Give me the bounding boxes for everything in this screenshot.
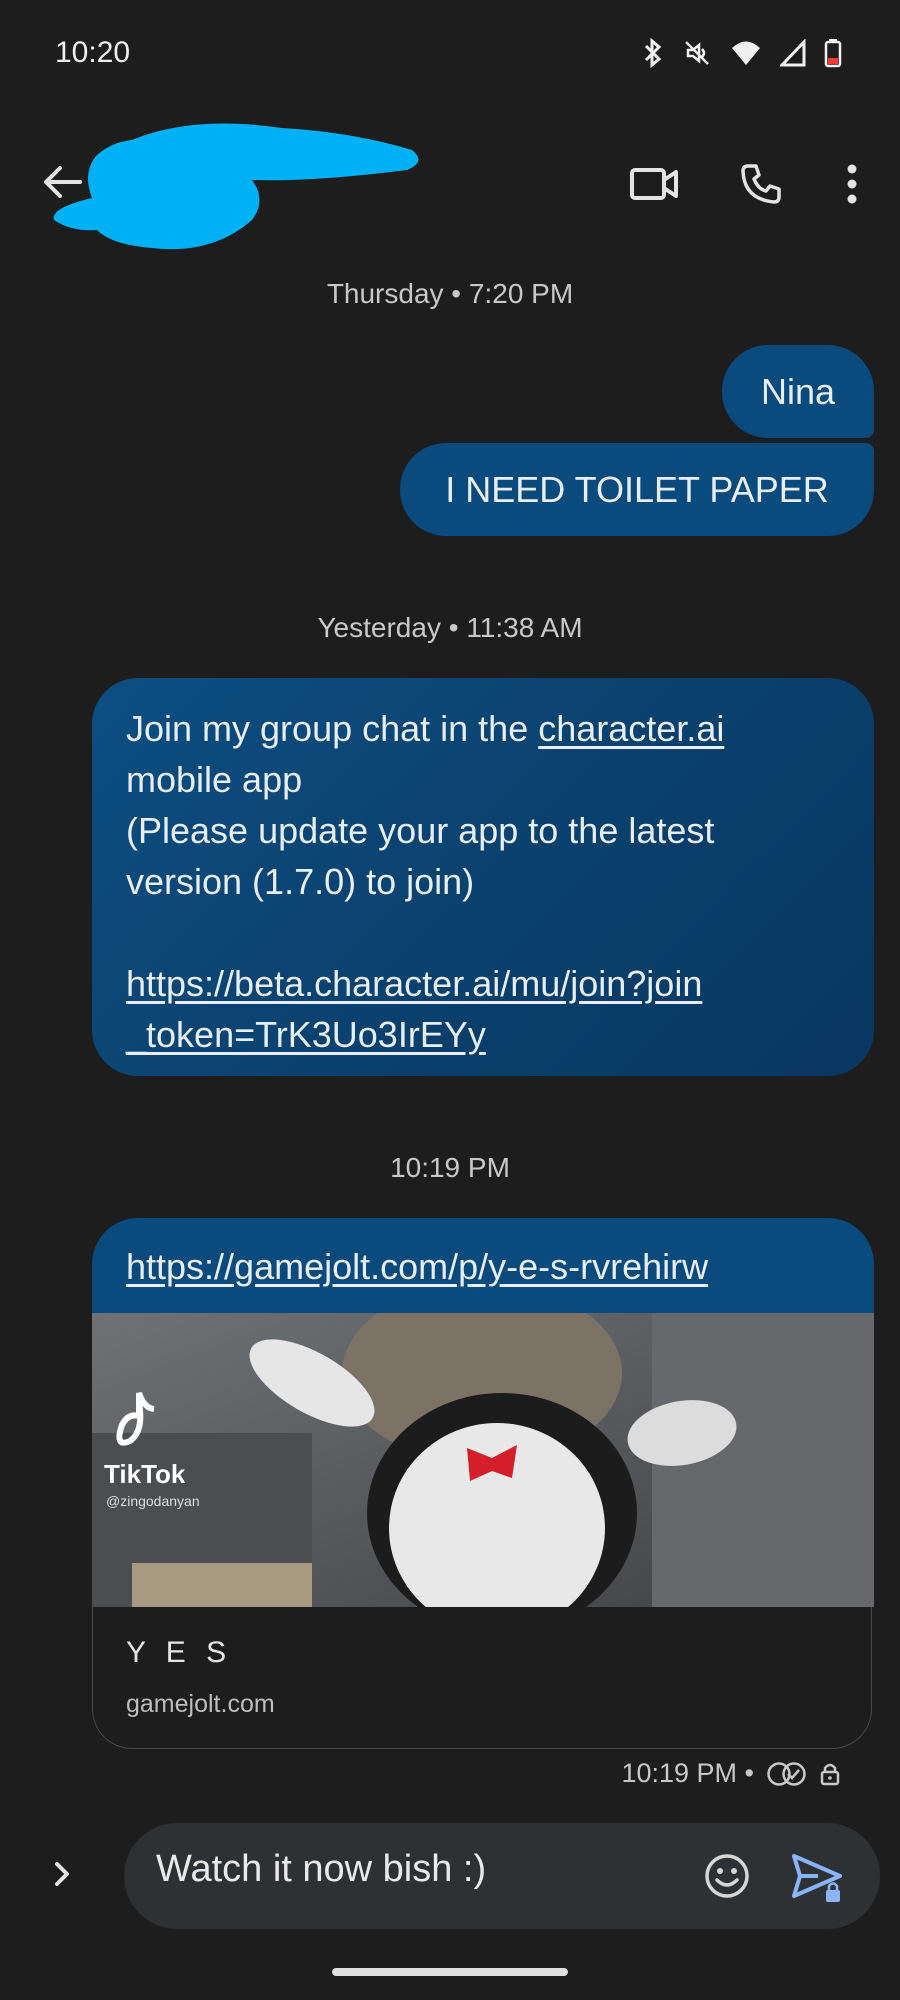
message-line: Join my group chat in the character.ai [126, 703, 840, 754]
mute-icon [685, 41, 709, 65]
message-line: (Please update your app to the latest [126, 810, 715, 851]
status-icons [642, 38, 842, 68]
link-preview-image[interactable]: TikTok @zingodanyan [92, 1313, 874, 1607]
tiktok-handle: @zingodanyan [106, 1493, 200, 1509]
timestamp-yesterday: Yesterday • 11:38 AM [317, 612, 583, 643]
message-text: Nina [760, 371, 836, 412]
message-text: I NEED TOILET PAPER [445, 469, 829, 510]
join-link[interactable]: https://beta.character.ai/mu/join?join [126, 958, 840, 1009]
bluetooth-icon [644, 38, 662, 68]
contact-name-redaction [53, 123, 419, 250]
tiktok-watermark: TikTok [104, 1459, 186, 1489]
signal-icon [780, 39, 806, 67]
outgoing-message[interactable]: Nina [722, 345, 874, 438]
timestamp-today: 10:19 PM [390, 1152, 510, 1183]
link-preview-domain: gamejolt.com [126, 1690, 275, 1718]
message-input[interactable] [156, 1848, 676, 1891]
gamejolt-link[interactable]: https://gamejolt.com/p/y-e-s-rvrehirw [126, 1246, 708, 1287]
message-line: mobile app [126, 759, 303, 800]
join-link-continued[interactable]: _token=TrK3Uo3IrEYy [126, 1009, 840, 1060]
character-ai-link[interactable]: character.ai [538, 708, 724, 749]
more-options-button[interactable] [826, 158, 878, 210]
preview-thumbnail: TikTok @zingodanyan [92, 1313, 874, 1607]
home-indicator[interactable] [332, 1968, 568, 1976]
emoji-icon[interactable] [703, 1852, 751, 1900]
wifi-icon [732, 41, 760, 65]
timestamp-thursday: Thursday • 7:20 PM [326, 278, 574, 309]
message-status: 10:19 PM • [621, 1758, 840, 1789]
status-time: 10:20 [55, 36, 131, 69]
read-receipt-icon [767, 1761, 806, 1786]
incoming-message[interactable]: Join my group chat in the character.ai m… [92, 678, 874, 1076]
lock-icon [820, 1763, 840, 1785]
phone-icon [741, 164, 781, 204]
send-icon[interactable] [790, 1850, 846, 1906]
more-vert-icon [847, 164, 857, 204]
message-text: Join my group chat in the [126, 708, 539, 749]
outgoing-message[interactable]: I NEED TOILET PAPER [400, 443, 874, 536]
video-call-button[interactable] [628, 158, 680, 210]
sent-time: 10:19 PM • [621, 1758, 754, 1788]
link-preview-card[interactable] [92, 1607, 872, 1749]
link-preview-title: Y E S [126, 1636, 233, 1669]
expand-chevron-icon[interactable] [44, 1856, 80, 1892]
phone-call-button[interactable] [735, 158, 787, 210]
incoming-link-message[interactable]: https://gamejolt.com/p/y-e-s-rvrehirw [92, 1218, 874, 1313]
message-line: version (1.7.0) to join) [126, 861, 475, 902]
battery-icon [824, 39, 842, 68]
video-call-icon [630, 168, 678, 200]
